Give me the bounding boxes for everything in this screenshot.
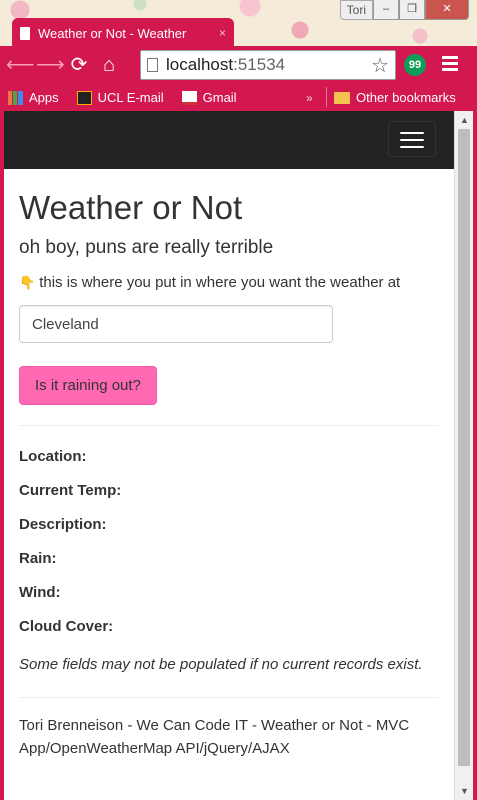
hamburger-bar (400, 146, 424, 148)
url-port: :51534 (233, 55, 286, 74)
page-viewport: Weather or Not oh boy, puns are really t… (4, 111, 454, 800)
reload-icon[interactable]: ⟳ (66, 52, 92, 78)
gmail-icon (181, 90, 197, 105)
minimize-button[interactable]: – (373, 0, 399, 20)
url-host: localhost (166, 55, 234, 74)
hint-text: this is where you put in where you want … (39, 274, 401, 291)
hamburger-bar (400, 132, 424, 134)
folder-icon (334, 91, 350, 104)
profile-name[interactable]: Tori (339, 0, 373, 20)
scrollbar-thumb[interactable] (458, 129, 470, 766)
home-icon[interactable]: ⌂ (96, 52, 122, 78)
bookmarks-divider (326, 87, 327, 107)
page-icon (147, 58, 158, 72)
tab-title: Weather or Not - Weather (38, 25, 187, 41)
page-footer: Tori Brenneison - We Can Code IT - Weath… (19, 717, 410, 757)
weather-results: Location: Current Temp: Description: Rai… (19, 448, 439, 652)
bookmark-label: UCL E-mail (97, 90, 164, 105)
address-bar[interactable]: localhost:51534 ☆ (140, 50, 396, 80)
input-hint: 👇 this is where you put in where you wan… (19, 274, 439, 291)
rain-label: Rain: (19, 550, 57, 567)
divider (19, 697, 439, 698)
other-bookmarks[interactable]: Other bookmarks (334, 90, 456, 105)
hamburger-bar (400, 139, 424, 141)
wind-label: Wind: (19, 584, 61, 601)
bookmarks-overflow-icon[interactable]: » (306, 91, 313, 105)
ucl-icon (76, 90, 92, 105)
tab-close-icon[interactable]: × (219, 26, 226, 40)
maximize-button[interactable]: ❐ (399, 0, 425, 20)
browser-tab[interactable]: Weather or Not - Weather × (12, 18, 234, 48)
scroll-up-arrow-icon[interactable]: ▲ (455, 113, 474, 127)
fields-note: Some fields may not be populated if no c… (19, 656, 423, 673)
hangouts-extension-icon[interactable]: 99 (404, 54, 426, 76)
bookmark-ucl-email[interactable]: UCL E-mail (76, 90, 164, 105)
document-icon (20, 26, 30, 40)
description-label: Description: (19, 516, 107, 533)
scroll-down-arrow-icon[interactable]: ▼ (455, 784, 474, 798)
back-arrow-icon[interactable]: ⟵ (6, 52, 35, 78)
app-navbar (4, 111, 454, 169)
navbar-toggle-button[interactable] (388, 121, 436, 157)
bookmarks-bar: Apps UCL E-mail Gmail » Other bookmarks (0, 84, 477, 111)
chrome-menu-icon[interactable] (442, 56, 458, 74)
cloud-cover-label: Cloud Cover: (19, 618, 114, 635)
browser-titlebar: Weather or Not - Weather × Tori – ❐ ✕ (0, 0, 477, 48)
location-label: Location: (19, 448, 87, 465)
window-controls: Tori – ❐ ✕ (339, 0, 469, 20)
browser-toolbar: ⟵ ⟶ ⟳ ⌂ localhost:51534 ☆ 99 (0, 46, 477, 84)
page-subtitle: oh boy, puns are really terrible (19, 237, 274, 258)
bookmark-apps[interactable]: Apps (8, 90, 59, 105)
check-rain-button[interactable]: Is it raining out? (19, 366, 157, 405)
forward-arrow-icon[interactable]: ⟶ (36, 52, 65, 78)
apps-grid-icon (8, 90, 23, 105)
city-input[interactable] (19, 305, 333, 343)
window-frame-right (473, 111, 477, 800)
pointing-hand-icon: 👇 (19, 274, 36, 290)
close-window-button[interactable]: ✕ (425, 0, 469, 20)
bookmark-star-icon[interactable]: ☆ (371, 53, 389, 78)
main-content: Weather or Not oh boy, puns are really t… (4, 169, 454, 760)
page-title: Weather or Not (19, 189, 243, 226)
bookmark-label: Apps (29, 90, 59, 105)
current-temp-label: Current Temp: (19, 482, 122, 499)
other-bookmarks-label: Other bookmarks (356, 90, 456, 105)
bookmark-label: Gmail (202, 90, 237, 105)
bookmark-gmail[interactable]: Gmail (181, 90, 237, 105)
page-scrollbar[interactable]: ▲ ▼ (454, 111, 473, 800)
divider (19, 425, 439, 426)
